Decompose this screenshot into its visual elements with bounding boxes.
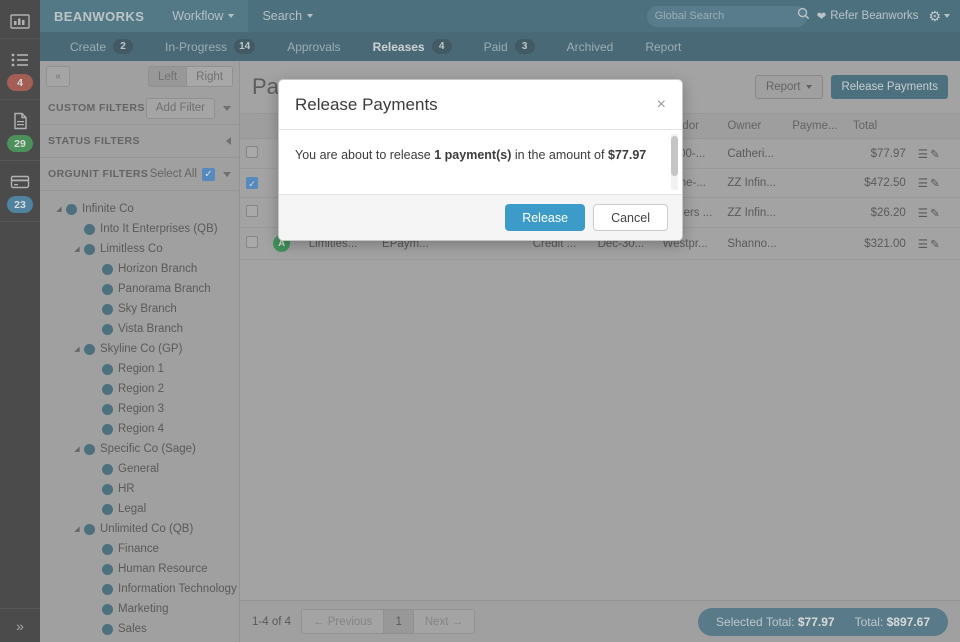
modal-text-prefix: You are about to release (295, 148, 431, 162)
release-confirm-button[interactable]: Release (505, 204, 586, 231)
modal-amount: $77.97 (607, 148, 647, 162)
cancel-button[interactable]: Cancel (593, 204, 668, 231)
release-payments-modal: Release Payments × You are about to rele… (278, 79, 683, 241)
modal-text-middle: in the amount of (514, 148, 605, 162)
app-root: 4 29 23 » BEANWORKS Workflow Search Glob… (0, 0, 960, 642)
modal-footer: Release Cancel (279, 194, 682, 240)
modal-body: You are about to release 1 payment(s) in… (279, 130, 682, 194)
modal-payment-count: 1 payment(s) (434, 148, 512, 162)
modal-scrollbar-thumb[interactable] (671, 136, 678, 176)
modal-header: Release Payments × (279, 80, 682, 130)
modal-title: Release Payments (295, 94, 438, 114)
close-icon[interactable]: × (657, 96, 666, 113)
